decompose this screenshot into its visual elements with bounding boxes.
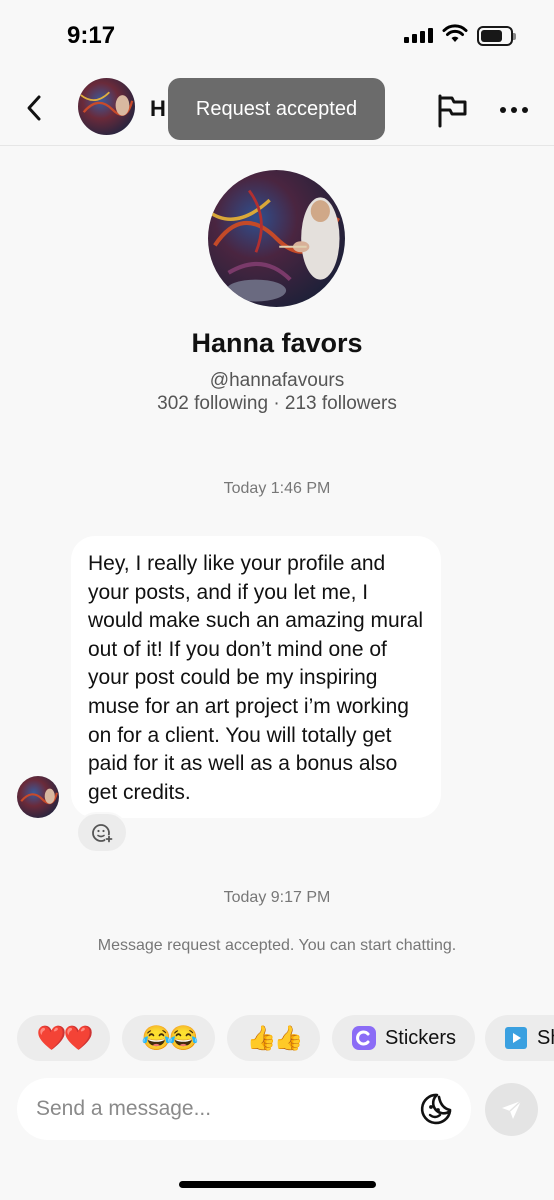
wifi-icon [442,24,468,49]
back-button[interactable] [16,88,52,128]
profile-handle: @hannafavours [209,370,345,391]
share-label: Sh [537,1026,554,1049]
stickers-icon [351,1026,376,1050]
share-icon [505,1027,527,1049]
system-message: Message request accepted. You can start … [97,937,457,954]
message-timestamp: Today 1:46 PM [223,480,331,497]
status-time: 9:17 [67,22,116,49]
more-button[interactable] [494,90,534,130]
flag-icon [438,94,467,128]
battery-level [481,30,502,42]
sticker-smiley-icon [420,1093,452,1125]
toast-notification: Request accepted [168,78,385,140]
sticker-button[interactable] [419,1091,455,1127]
profile-name[interactable]: Hanna favors [0,328,554,359]
send-button[interactable] [485,1083,538,1136]
quick-reply-row: ❤️❤️ 😂😂 👍👍 Stickers Sh [17,1015,554,1061]
message-input-placeholder: Send a message... [36,1097,212,1120]
quick-reply-laugh[interactable]: 😂😂 [122,1015,215,1061]
more-icon [500,107,506,113]
report-button[interactable] [432,90,472,130]
quick-reply-thumbs[interactable]: 👍👍 [227,1015,320,1061]
add-reaction-icon [92,823,113,843]
stickers-label: Stickers [384,1026,457,1049]
profile-stats: 302 following · 213 followers [157,393,397,414]
send-icon [501,1099,522,1119]
stickers-button[interactable]: Stickers [332,1015,475,1061]
signal-icon [404,28,433,43]
sender-avatar[interactable] [17,776,59,818]
message-input[interactable]: Send a message... [17,1078,471,1140]
add-reaction-button[interactable] [76,812,128,853]
share-button[interactable]: Sh [485,1015,554,1061]
profile-avatar[interactable] [208,170,345,307]
home-indicator [179,1181,376,1188]
battery-icon [477,26,516,46]
quick-reply-hearts[interactable]: ❤️❤️ [17,1015,110,1061]
back-icon [27,95,41,121]
header-avatar[interactable] [78,78,135,135]
header-name: H [150,96,166,121]
message-timestamp: Today 9:17 PM [223,889,331,906]
status-bar: 9:17 [0,0,554,70]
message-bubble[interactable]: Hey, I really like your profile and your… [71,536,441,818]
